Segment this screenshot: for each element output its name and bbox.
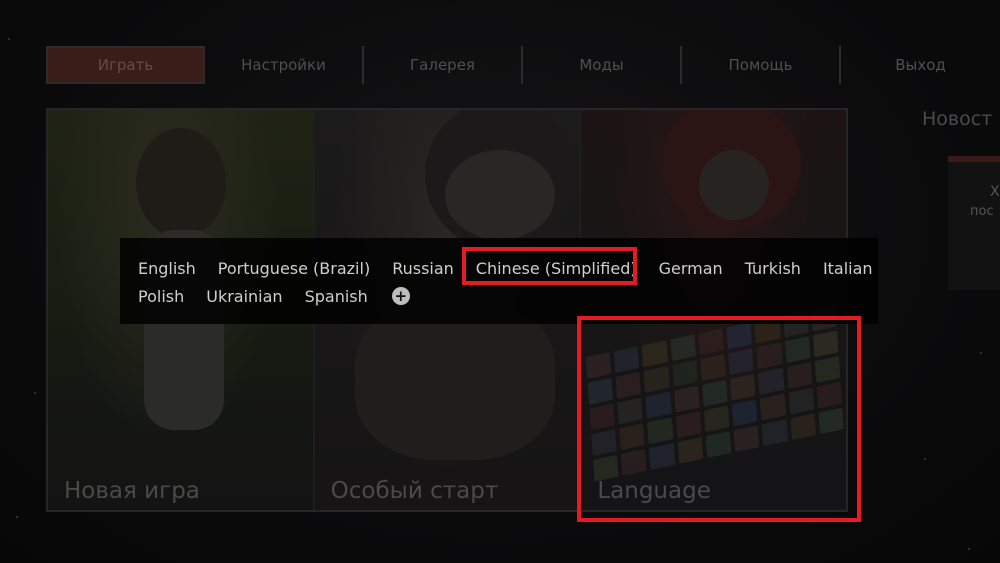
language-option-chinese-simplified[interactable]: Chinese (Simplified) xyxy=(476,259,637,278)
news-card-text: Х xyxy=(990,184,1000,200)
language-menu: English Portuguese (Brazil) Russian Chin… xyxy=(120,238,878,324)
language-option-polish[interactable]: Polish xyxy=(138,287,184,306)
news-title: Новост xyxy=(922,108,993,130)
character-art xyxy=(136,128,226,238)
language-option-german[interactable]: German xyxy=(659,259,723,278)
language-option-turkish[interactable]: Turkish xyxy=(745,259,801,278)
character-art xyxy=(699,150,770,220)
background-star xyxy=(34,392,36,394)
background-star xyxy=(968,548,970,550)
tab-help[interactable]: Помощь xyxy=(682,46,841,84)
tab-play[interactable]: Играть xyxy=(46,46,205,84)
language-row: English Portuguese (Brazil) Russian Chin… xyxy=(138,254,878,282)
language-option-english[interactable]: English xyxy=(138,259,196,278)
background-star xyxy=(980,352,982,354)
new-game-label: Новая игра xyxy=(64,478,200,504)
character-art xyxy=(354,300,555,460)
tab-settings[interactable]: Настройки xyxy=(205,46,364,84)
background-star xyxy=(16,516,18,518)
add-language-button[interactable]: + xyxy=(391,287,410,305)
language-option-portuguese-brazil[interactable]: Portuguese (Brazil) xyxy=(218,259,370,278)
main-nav: Играть Настройки Галерея Моды Помощь Вых… xyxy=(46,46,1000,86)
language-option-ukrainian[interactable]: Ukrainian xyxy=(206,287,282,306)
background-star xyxy=(8,38,10,40)
background-star xyxy=(924,458,926,460)
language-option-italian[interactable]: Italian xyxy=(823,259,873,278)
language-label: Language xyxy=(597,478,711,504)
character-art xyxy=(444,150,555,240)
tab-mods[interactable]: Моды xyxy=(523,46,682,84)
tab-exit[interactable]: Выход xyxy=(841,46,1000,84)
language-option-russian[interactable]: Russian xyxy=(392,259,454,278)
language-option-spanish[interactable]: Spanish xyxy=(305,287,368,306)
language-row: Polish Ukrainian Spanish + xyxy=(138,282,878,310)
news-card[interactable]: Х пос xyxy=(948,156,1000,290)
game-main-menu: Играть Настройки Галерея Моды Помощь Вых… xyxy=(0,0,1000,563)
special-start-label: Особый старт xyxy=(330,478,499,504)
tab-gallery[interactable]: Галерея xyxy=(364,46,523,84)
news-card-text: пос xyxy=(970,204,994,219)
